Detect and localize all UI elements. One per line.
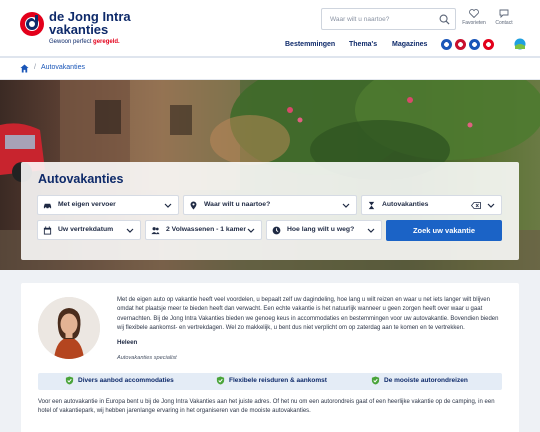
nav-bestemmingen[interactable]: Bestemmingen bbox=[285, 41, 335, 48]
anvr-badge-icon bbox=[441, 39, 452, 50]
travelers-value: 2 Volwassenen - 1 kamer bbox=[166, 226, 246, 233]
car-icon bbox=[43, 203, 52, 210]
chevron-down-icon bbox=[247, 228, 255, 233]
search-icon[interactable] bbox=[439, 14, 450, 25]
users-icon bbox=[151, 227, 160, 235]
keurmerk-badge-icon bbox=[483, 39, 494, 50]
site-search bbox=[321, 8, 456, 30]
destination-select[interactable]: Waar wilt u naartoe? bbox=[183, 195, 357, 215]
logo-mark-icon[interactable] bbox=[20, 12, 44, 36]
chevron-down-icon bbox=[126, 228, 134, 233]
specialist-avatar bbox=[38, 297, 100, 359]
specialist-name: Heleen bbox=[117, 339, 138, 346]
contact-link[interactable]: Contact bbox=[489, 9, 519, 26]
search-input[interactable] bbox=[330, 13, 435, 26]
shield-check-icon bbox=[216, 376, 225, 385]
usp-label: Flexibele reisduren & aankomst bbox=[229, 377, 327, 384]
theme-icon bbox=[368, 201, 375, 210]
usp-item: Divers aanbod accommodaties bbox=[65, 376, 174, 385]
shield-check-icon bbox=[65, 376, 74, 385]
transport-select[interactable]: Met eigen vervoer bbox=[37, 195, 179, 215]
chevron-down-icon bbox=[487, 203, 495, 208]
map-pin-icon bbox=[190, 201, 197, 210]
hero-title: Autovakanties bbox=[38, 172, 124, 186]
clear-tag-icon[interactable] bbox=[471, 202, 481, 209]
page: { "header": { "logo_line1": "de Jong Int… bbox=[0, 0, 540, 432]
chevron-down-icon bbox=[367, 228, 375, 233]
usp-label: De mooiste autorondreizen bbox=[384, 377, 468, 384]
breadcrumb: / Autovakanties bbox=[0, 58, 540, 80]
date-select[interactable]: Uw vertrekdatum bbox=[37, 220, 141, 240]
theme-select[interactable]: Autovakanties bbox=[361, 195, 502, 215]
site-header: de Jong Intra vakanties Gewoon perfect g… bbox=[0, 0, 540, 56]
heart-icon bbox=[469, 9, 479, 18]
calendar-icon bbox=[43, 226, 52, 235]
chevron-down-icon bbox=[164, 203, 172, 208]
date-value: Uw vertrekdatum bbox=[58, 226, 114, 233]
tagline-prefix: Gewoon perfect bbox=[49, 39, 94, 45]
shield-check-icon bbox=[371, 376, 380, 385]
nav-themas[interactable]: Thema's bbox=[349, 41, 377, 48]
contact-label: Contact bbox=[495, 20, 513, 26]
favorites-link[interactable]: Favorieten bbox=[459, 9, 489, 26]
specialist-role: Autovakanties specialist bbox=[117, 355, 177, 361]
chat-icon bbox=[499, 9, 509, 18]
duration-value: Hoe lang wilt u weg? bbox=[287, 226, 355, 233]
nav-magazines[interactable]: Magazines bbox=[392, 41, 427, 48]
usp-item: De mooiste autorondreizen bbox=[371, 376, 468, 385]
intro-text: Met de eigen auto op vakantie heeft veel… bbox=[117, 297, 499, 332]
travelers-select[interactable]: 2 Volwassenen - 1 kamer bbox=[145, 220, 262, 240]
usp-label: Divers aanbod accommodaties bbox=[78, 377, 174, 384]
partner-badges bbox=[441, 39, 494, 50]
theme-value: Autovakanties bbox=[382, 201, 429, 208]
breadcrumb-current[interactable]: Autovakanties bbox=[41, 64, 85, 71]
logo-tagline: Gewoon perfect geregeld. bbox=[49, 39, 120, 45]
destination-value: Waar wilt u naartoe? bbox=[204, 201, 271, 208]
clock-icon bbox=[272, 226, 281, 235]
sun-badge-icon bbox=[514, 38, 526, 50]
breadcrumb-separator: / bbox=[34, 64, 36, 71]
search-vacation-button[interactable]: Zoek uw vakantie bbox=[386, 220, 502, 241]
usp-item: Flexibele reisduren & aankomst bbox=[216, 376, 327, 385]
tagline-bold: geregeld. bbox=[93, 39, 120, 45]
transport-value: Met eigen vervoer bbox=[58, 201, 116, 208]
logo-text-line2[interactable]: vakanties bbox=[49, 23, 108, 37]
sgr-badge-icon bbox=[455, 39, 466, 50]
calamiteitenfonds-badge-icon bbox=[469, 39, 480, 50]
chevron-down-icon bbox=[342, 203, 350, 208]
specialist-portrait-icon bbox=[38, 297, 100, 359]
duration-select[interactable]: Hoe lang wilt u weg? bbox=[266, 220, 382, 240]
home-icon[interactable] bbox=[20, 64, 29, 73]
body-paragraph: Voor een autovakantie in Europa bent u b… bbox=[38, 399, 495, 415]
favorites-label: Favorieten bbox=[462, 20, 486, 26]
